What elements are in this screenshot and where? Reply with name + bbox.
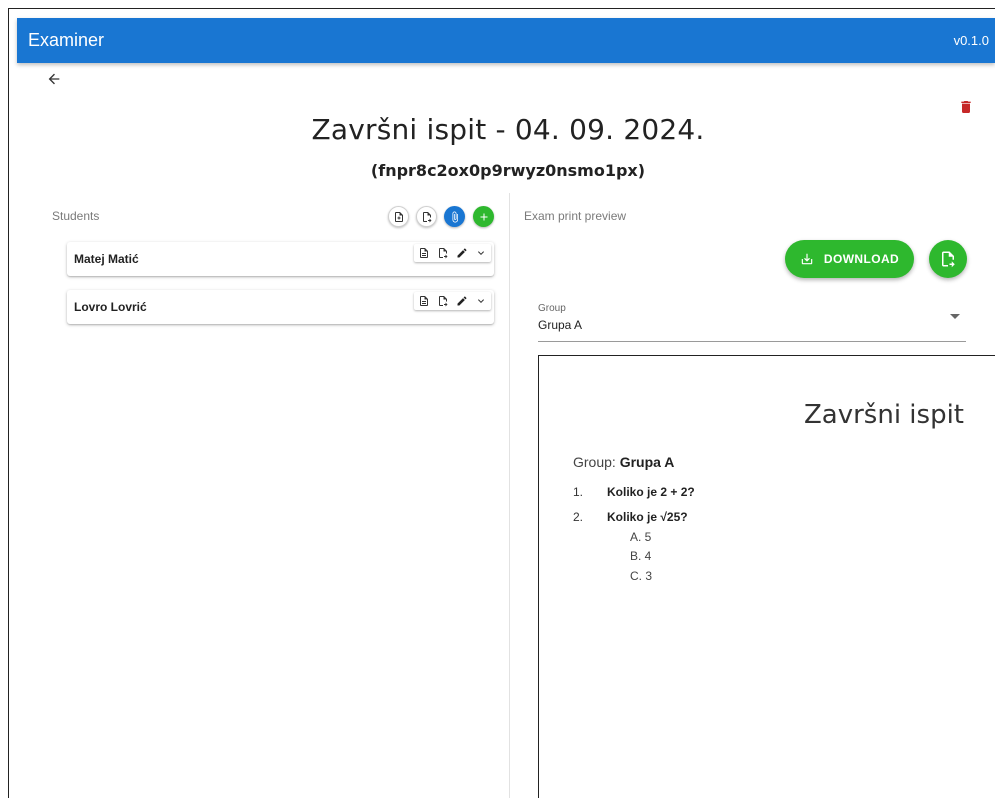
students-label: Students (52, 209, 100, 223)
download-button[interactable]: DOWNLOAD (785, 240, 914, 278)
edit-student-button[interactable] (454, 245, 470, 261)
preview-label: Exam print preview (524, 209, 627, 223)
app-bar: Examiner v0.1.0 (17, 18, 995, 63)
app-title: Examiner (28, 30, 105, 50)
export-document-button[interactable] (435, 245, 451, 261)
question-number: 2. (573, 510, 584, 524)
paper-group-prefix: Group: (573, 454, 616, 470)
student-actions (414, 244, 491, 262)
back-button[interactable] (40, 66, 68, 92)
edit-student-button[interactable] (454, 293, 470, 309)
document-icon (420, 296, 428, 306)
document-export-icon (422, 211, 431, 222)
expand-student-button[interactable] (473, 245, 489, 261)
plus-icon (480, 213, 487, 220)
arrow-left-icon (48, 73, 60, 85)
view-document-button[interactable] (416, 293, 432, 309)
chevron-down-icon (478, 299, 484, 303)
attach-button[interactable] (444, 206, 465, 227)
download-icon (801, 253, 813, 265)
dropdown-arrow-icon (950, 314, 960, 319)
question-item: 2. Koliko je √25? (573, 510, 688, 524)
view-document-button[interactable] (416, 245, 432, 261)
answer-option: B. 4 (630, 549, 652, 563)
add-student-button[interactable] (473, 206, 494, 227)
group-select-value: Grupa A (538, 318, 583, 332)
student-name: Lovro Lovrić (74, 300, 147, 314)
pencil-icon (457, 248, 467, 258)
paperclip-icon (452, 211, 458, 222)
group-select[interactable]: Group Grupa A (538, 300, 966, 342)
paper-group: Group: Grupa A (573, 454, 674, 470)
pencil-icon (457, 296, 467, 306)
document-add-icon (394, 211, 403, 222)
student-name: Matej Matić (74, 252, 139, 266)
add-document-button[interactable] (388, 206, 409, 227)
paper-title: Završni ispit (803, 400, 964, 430)
answer-option: C. 3 (630, 569, 653, 583)
question-item: 1. Koliko je 2 + 2? (573, 485, 695, 499)
app-version: v0.1.0 (953, 33, 989, 48)
expand-student-button[interactable] (473, 293, 489, 309)
answer-option: A. 5 (630, 530, 652, 544)
question-text: Koliko je 2 + 2? (607, 485, 695, 499)
export-all-button[interactable] (929, 240, 967, 278)
document-icon (420, 248, 428, 258)
download-label: DOWNLOAD (823, 252, 900, 266)
exam-id: (fnpr8c2ox0p9rwyz0nsmo1px) (370, 161, 646, 180)
export-documents-button[interactable] (416, 206, 437, 227)
student-card[interactable]: Lovro Lovrić (67, 290, 494, 324)
question-text: Koliko je √25? (607, 510, 688, 524)
document-export-icon (942, 251, 955, 268)
question-number: 1. (573, 485, 584, 499)
exam-title: Završni ispit - 04. 09. 2024. (311, 113, 705, 146)
exam-preview-document: Završni ispit Group: Grupa A 1. Koliko je… (538, 355, 995, 798)
panel-divider (509, 193, 510, 798)
chevron-down-icon (478, 251, 484, 255)
document-export-icon (439, 248, 448, 259)
student-actions (414, 292, 491, 310)
paper-group-name: Grupa A (619, 454, 675, 470)
export-document-button[interactable] (435, 293, 451, 309)
student-card[interactable]: Matej Matić (67, 242, 494, 276)
group-select-label: Group (538, 303, 566, 314)
document-export-icon (439, 296, 448, 307)
